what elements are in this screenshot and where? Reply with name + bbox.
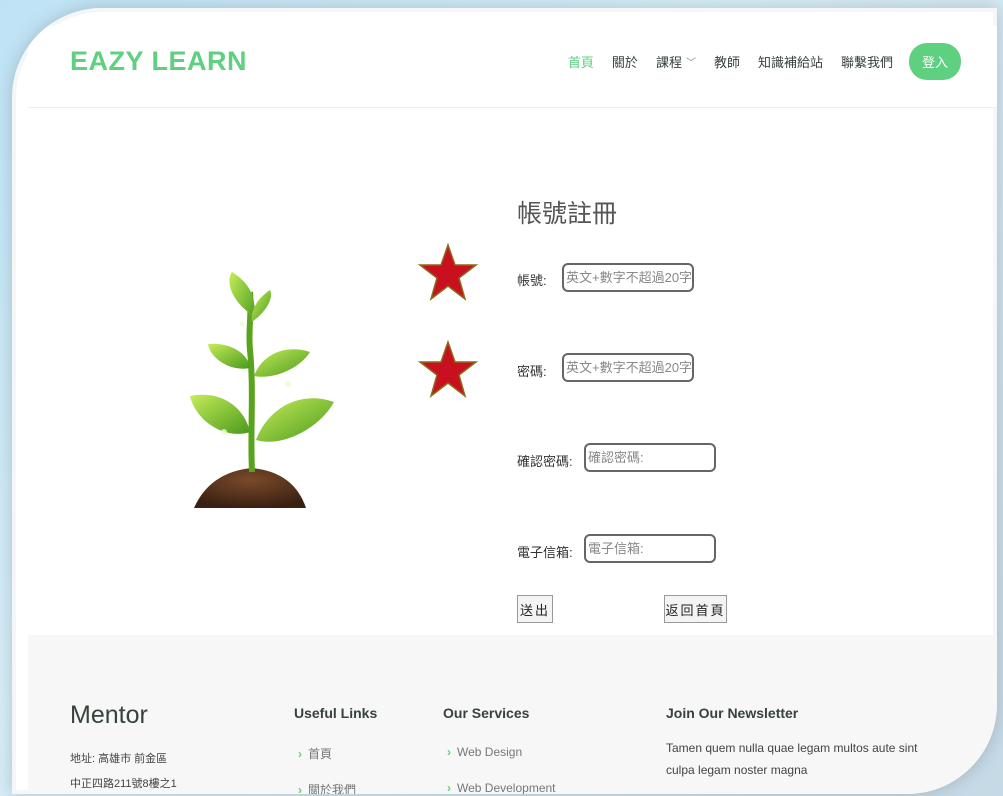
email-input[interactable] bbox=[584, 534, 716, 563]
account-label: 帳號: bbox=[517, 273, 547, 288]
site-header: EAZY LEARN 首頁 關於 課程 ﹀ 教師 知識補給站 聯繫我們 登入 bbox=[28, 26, 997, 108]
nav-item-contact[interactable]: 聯繫我們 bbox=[841, 52, 893, 71]
services-title: Our Services bbox=[443, 705, 530, 721]
nav-item-teachers[interactable]: 教師 bbox=[714, 52, 740, 71]
leaf-low-left bbox=[190, 394, 250, 434]
footer-brand: Mentor bbox=[70, 701, 148, 729]
newsletter-title: Join Our Newsletter bbox=[666, 705, 799, 721]
star-icon bbox=[417, 340, 479, 398]
nav-item-about-label: 關於 bbox=[611, 55, 638, 70]
chevron-right-icon: › bbox=[298, 747, 302, 761]
newsletter-text: Tamen quem nulla quae legam multos aute … bbox=[666, 741, 918, 777]
star-icon bbox=[417, 243, 479, 301]
footer-link-about-label: 關於我們 bbox=[308, 783, 357, 794]
nav-item-courses[interactable]: 課程 ﹀ bbox=[656, 52, 696, 71]
password-input[interactable] bbox=[562, 353, 694, 382]
confirm-password-label: 確認密碼: bbox=[517, 454, 573, 469]
plant-illustration bbox=[190, 272, 334, 508]
nav-item-teachers-label: 教師 bbox=[713, 55, 740, 70]
leaf-low-right bbox=[256, 398, 334, 442]
main-nav: 首頁 關於 課程 ﹀ 教師 知識補給站 聯繫我們 登入 bbox=[550, 43, 961, 80]
leaf-top-left bbox=[229, 272, 255, 324]
nav-item-contact-label: 聯繫我們 bbox=[840, 55, 893, 70]
submit-button[interactable]: 送出 bbox=[517, 595, 553, 623]
site-footer: Mentor 地址: 高雄市 前金區 中正四路211號8樓之1 Useful L… bbox=[28, 635, 997, 794]
footer-service-web-dev-label: Web Development bbox=[457, 781, 556, 794]
leaf-mid-right bbox=[254, 349, 310, 377]
nav-item-home[interactable]: 首頁 bbox=[568, 52, 594, 71]
footer-address-line2: 中正四路211號8樓之1 bbox=[70, 778, 177, 790]
footer-service-web-dev[interactable]: › Web Development bbox=[447, 781, 556, 794]
page-title: 帳號註冊 bbox=[517, 200, 618, 228]
chevron-down-icon: ﹀ bbox=[685, 58, 696, 69]
site-logo[interactable]: EAZY LEARN bbox=[70, 46, 247, 77]
leaf-top-right bbox=[251, 290, 272, 322]
back-home-button[interactable]: 返回首頁 bbox=[664, 595, 727, 623]
footer-service-web-design[interactable]: › Web Design bbox=[447, 745, 522, 759]
account-input[interactable] bbox=[562, 263, 694, 292]
footer-link-home-label: 首頁 bbox=[308, 747, 333, 761]
email-label: 電子信箱: bbox=[517, 545, 573, 560]
login-button[interactable]: 登入 bbox=[909, 43, 961, 80]
chevron-right-icon: › bbox=[447, 745, 451, 759]
footer-service-web-design-label: Web Design bbox=[457, 745, 523, 759]
footer-address-line1: 地址: 高雄市 前金區 bbox=[70, 753, 168, 765]
password-label: 密碼: bbox=[517, 364, 547, 379]
page-frame: EAZY LEARN 首頁 關於 課程 ﹀ 教師 知識補給站 聯繫我們 登入 帳… bbox=[12, 8, 997, 794]
nav-item-courses-label: 課程 bbox=[655, 55, 682, 70]
nav-item-home-label: 首頁 bbox=[567, 55, 594, 70]
nav-item-knowledge[interactable]: 知識補給站 bbox=[758, 52, 823, 71]
leaf-mid-left bbox=[208, 343, 250, 369]
nav-item-about[interactable]: 關於 bbox=[612, 52, 638, 71]
chevron-right-icon: › bbox=[447, 781, 451, 794]
footer-link-home[interactable]: › 首頁 bbox=[298, 745, 332, 762]
nav-item-knowledge-label: 知識補給站 bbox=[757, 55, 823, 70]
confirm-password-input[interactable] bbox=[584, 443, 716, 472]
chevron-right-icon: › bbox=[298, 783, 302, 794]
soil-mound bbox=[194, 468, 306, 508]
footer-link-about[interactable]: › 關於我們 bbox=[298, 781, 356, 794]
useful-links-title: Useful Links bbox=[294, 705, 378, 721]
